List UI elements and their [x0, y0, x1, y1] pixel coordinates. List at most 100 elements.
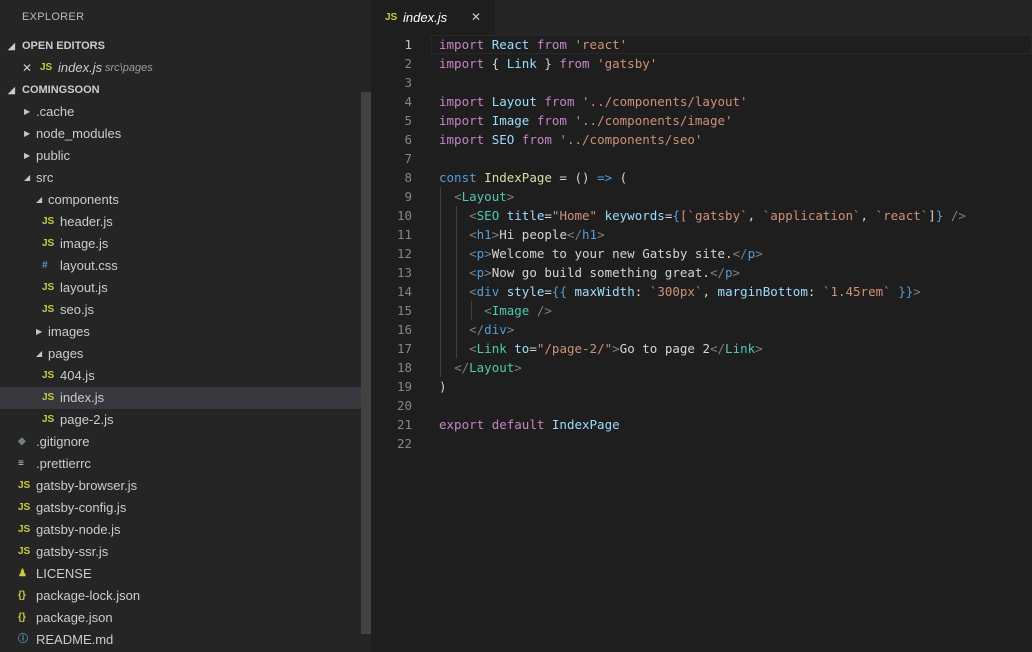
tree-folder[interactable]: ▶ .cache [0, 101, 371, 123]
chevron-right-icon: ▶ [24, 129, 31, 138]
code-text: </Layout> [454, 360, 522, 375]
code-line[interactable]: 2 import { Link } from 'gatsby' [371, 54, 1032, 73]
sidebar-scrollbar[interactable] [361, 92, 371, 634]
line-number: 3 [404, 75, 412, 90]
js-file-icon: JS [385, 12, 398, 23]
code-text: <p>Welcome to your new Gatsby site.</p> [469, 246, 763, 261]
file-type-icon: JS [18, 546, 31, 557]
tree-folder[interactable]: ◢ pages [0, 343, 371, 365]
tree-file[interactable]: JS layout.js [0, 277, 371, 299]
tree-folder[interactable]: ▶ public [0, 145, 371, 167]
file-type-icon: # [42, 260, 48, 271]
project-folder-label: COMINGSOON [22, 84, 100, 96]
code-line[interactable]: 21 export default IndexPage [371, 415, 1032, 434]
project-folder-header[interactable]: ◢ COMINGSOON [0, 79, 371, 101]
tree-item-label: image.js [60, 236, 109, 251]
code-line[interactable]: 15 <Image /> [371, 301, 1032, 320]
code-line[interactable]: 13 <p>Now go build something great.</p> [371, 263, 1032, 282]
tree-item-label: header.js [60, 214, 113, 229]
tree-folder[interactable]: ◢ src [0, 167, 371, 189]
line-number: 14 [396, 284, 412, 299]
tree-file[interactable]: JS seo.js [0, 299, 371, 321]
open-editor-name: index.js [58, 60, 103, 75]
tree-file[interactable]: JS gatsby-config.js [0, 497, 371, 519]
tree-file[interactable]: ♟ LICENSE [0, 563, 371, 585]
tree-file[interactable]: ≡ .prettierrc [0, 453, 371, 475]
code-line[interactable]: 18 </Layout> [371, 358, 1032, 377]
tree-file[interactable]: JS index.js [0, 387, 371, 409]
open-editors-label: OPEN EDITORS [22, 40, 105, 52]
tree-folder[interactable]: ◢ components [0, 189, 371, 211]
code-line[interactable]: 8 const IndexPage = () => ( [371, 168, 1032, 187]
code-line[interactable]: 7 [371, 149, 1032, 168]
line-number: 12 [396, 246, 412, 261]
code-text: <Image /> [484, 303, 552, 318]
code-text: <div style={{ maxWidth: `300px`, marginB… [469, 284, 921, 299]
code-line[interactable]: 20 [371, 396, 1032, 415]
tree-file[interactable]: {} package-lock.json [0, 585, 371, 607]
code-line[interactable]: 1 import React from 'react' [371, 35, 1032, 54]
code-line[interactable]: 9 <Layout> [371, 187, 1032, 206]
tree-item-label: package-lock.json [36, 588, 141, 603]
tree-item-label: page-2.js [60, 412, 114, 427]
tree-item-label: 404.js [60, 368, 95, 383]
code-line[interactable]: 10 <SEO title="Home" keywords={[`gatsby`… [371, 206, 1032, 225]
code-area[interactable]: 1 import React from 'react' 2 import { Link… [371, 35, 1032, 453]
code-line[interactable]: 4 import Layout from '../components/layou… [371, 92, 1032, 111]
code-text: <Link to="/page-2/">Go to page 2</Link> [469, 341, 763, 356]
chevron-right-icon: ▶ [24, 151, 31, 160]
code-line[interactable]: 14 <div style={{ maxWidth: `300px`, marg… [371, 282, 1032, 301]
line-number: 18 [396, 360, 412, 375]
line-number: 1 [404, 37, 412, 52]
code-line[interactable]: 11 <h1>Hi people</h1> [371, 225, 1032, 244]
line-number: 10 [396, 208, 412, 223]
tree-file[interactable]: JS 404.js [0, 365, 371, 387]
file-type-icon: JS [42, 282, 55, 293]
tab-bar: JS index.js ✕ [371, 0, 1032, 35]
tree-file[interactable]: ◆ .gitignore [0, 431, 371, 453]
tree-file[interactable]: # layout.css [0, 255, 371, 277]
open-editor-item[interactable]: ✕ JS index.js src\pages [0, 57, 371, 79]
chevron-down-icon: ◢ [8, 41, 15, 51]
tree-file[interactable]: JS header.js [0, 211, 371, 233]
file-type-icon: JS [42, 238, 55, 249]
file-type-icon: ♟ [18, 568, 27, 579]
tree-item-label: components [48, 192, 119, 207]
code-text: const IndexPage = () => ( [439, 170, 628, 185]
file-type-icon: JS [18, 480, 31, 491]
tree-item-label: .prettierrc [36, 456, 91, 471]
open-editors-header[interactable]: ◢ OPEN EDITORS [0, 35, 371, 57]
code-text: <h1>Hi people</h1> [469, 227, 605, 242]
line-number: 16 [396, 322, 412, 337]
tree-folder[interactable]: ▶ images [0, 321, 371, 343]
code-text: import { Link } from 'gatsby' [439, 56, 658, 71]
chevron-down-icon: ◢ [8, 85, 15, 95]
code-text: import SEO from '../components/seo' [439, 132, 703, 147]
tree-file[interactable]: JS gatsby-browser.js [0, 475, 371, 497]
tree-folder[interactable]: ▶ node_modules [0, 123, 371, 145]
tree-file[interactable]: JS page-2.js [0, 409, 371, 431]
code-line[interactable]: 3 [371, 73, 1032, 92]
code-line[interactable]: 19) [371, 377, 1032, 396]
tab-index-js[interactable]: JS index.js ✕ [371, 0, 495, 35]
file-type-icon: {} [18, 590, 26, 601]
editor-pane: JS index.js ✕ 1 import React from 'react'… [371, 0, 1032, 652]
open-editor-path: src\pages [105, 62, 153, 74]
tree-file[interactable]: JS gatsby-node.js [0, 519, 371, 541]
code-line[interactable]: 5 import Image from '../components/image' [371, 111, 1032, 130]
tree-item-label: layout.css [60, 258, 118, 273]
code-line[interactable]: 17 <Link to="/page-2/">Go to page 2</Lin… [371, 339, 1032, 358]
code-line[interactable]: 6 import SEO from '../components/seo' [371, 130, 1032, 149]
code-line[interactable]: 16 </div> [371, 320, 1032, 339]
tree-file[interactable]: JS image.js [0, 233, 371, 255]
tree-file[interactable]: ⓘ README.md [0, 629, 371, 651]
line-number: 6 [404, 132, 412, 147]
line-number: 19 [396, 379, 412, 394]
code-line[interactable]: 22 [371, 434, 1032, 453]
close-icon[interactable]: ✕ [471, 0, 481, 35]
tree-file[interactable]: {} package.json [0, 607, 371, 629]
close-icon[interactable]: ✕ [22, 57, 32, 79]
code-line[interactable]: 12 <p>Welcome to your new Gatsby site.</… [371, 244, 1032, 263]
vscode-window: EXPLORER ◢ OPEN EDITORS ✕ JS index.js sr… [0, 0, 1032, 652]
tree-file[interactable]: JS gatsby-ssr.js [0, 541, 371, 563]
